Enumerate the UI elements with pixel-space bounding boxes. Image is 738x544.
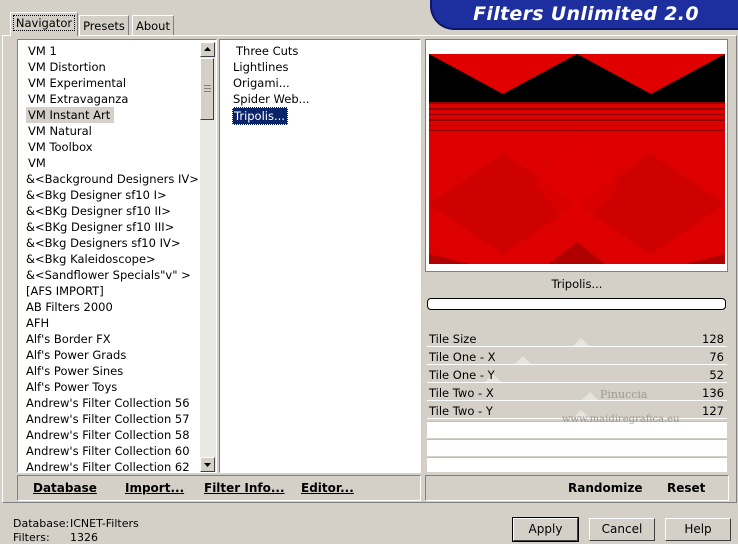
param-slider-knob[interactable] [573, 338, 589, 346]
filter-item[interactable]: Origami... [232, 75, 292, 91]
preview-image [429, 54, 725, 264]
param-label: Tile One - X [429, 350, 496, 364]
category-item[interactable]: VM Distortion [26, 59, 110, 75]
filter-item[interactable]: Lightlines [232, 59, 290, 75]
param-row[interactable]: Tile Size 128 [427, 330, 727, 348]
watermark-url: www.maidiregrafica.eu [562, 414, 680, 425]
category-item[interactable]: Andrew's Filter Collection 58 [24, 427, 194, 443]
param-row[interactable]: Tile Two - X 136 [427, 384, 727, 402]
category-item[interactable]: VM [26, 155, 50, 171]
watermark-name: Pinuccia [600, 388, 648, 401]
filter-item[interactable]: Three Cuts [235, 43, 300, 59]
chevron-up-icon [204, 47, 211, 51]
category-item[interactable]: Alf's Power Sines [24, 363, 127, 379]
editor-button[interactable]: Editor... [301, 481, 354, 495]
scroll-thumb[interactable] [200, 58, 214, 120]
category-item[interactable]: Andrew's Filter Collection 56 [24, 395, 194, 411]
category-item[interactable]: AFH [24, 315, 53, 331]
filter-item[interactable]: Tripolis... [232, 107, 288, 125]
filter-list[interactable]: Three Cuts Lightlines Origami... Spider Web… [219, 39, 421, 473]
category-list[interactable]: VM 1 VM Distortion VM Experimental VM Extra… [17, 39, 217, 473]
filters-label: Filters: [13, 531, 50, 544]
category-item[interactable]: Andrew's Filter Collection 60 [24, 443, 194, 459]
category-item[interactable]: &<Sandflower Specials"v" > [24, 267, 195, 283]
category-item[interactable]: VM Instant Art [26, 107, 115, 123]
database-label: Database: [13, 517, 70, 530]
progress-bar [427, 298, 726, 310]
category-item[interactable]: &<BKg Designer sf10 III> [24, 219, 178, 235]
param-slider-knob[interactable] [515, 356, 531, 364]
category-item[interactable]: [AFS IMPORT] [24, 283, 108, 299]
param-value: 136 [702, 386, 724, 400]
filter-info-button[interactable]: Filter Info... [204, 481, 285, 495]
empty-param-row [427, 439, 727, 456]
category-item[interactable]: VM 1 [26, 43, 61, 59]
category-item[interactable]: &<Bkg Designers sf10 IV> [24, 235, 185, 251]
filter-name-label: Tripolis... [551, 277, 603, 291]
param-value: 127 [702, 404, 724, 418]
empty-param-row [427, 457, 727, 472]
category-item[interactable]: Andrew's Filter Collection 57 [24, 411, 194, 427]
category-item[interactable]: Andrew's Filter Collection 62 [24, 459, 194, 472]
param-row[interactable]: Tile One - X 76 [427, 348, 727, 366]
category-item[interactable]: VM Natural [26, 123, 96, 139]
param-row[interactable]: Tile One - Y 52 [427, 366, 727, 384]
tab-navigator[interactable]: Navigator [10, 12, 78, 36]
category-item[interactable]: &<BKg Designer sf10 II> [24, 203, 175, 219]
category-item[interactable]: Alf's Power Grads [24, 347, 130, 363]
apply-button[interactable]: Apply [512, 517, 579, 542]
category-item[interactable]: VM Toolbox [26, 139, 97, 155]
filters-count: 1326 [70, 531, 98, 544]
category-item[interactable]: Alf's Border FX [24, 331, 115, 347]
category-item[interactable]: Alf's Power Toys [24, 379, 121, 395]
import-button[interactable]: Import... [125, 481, 184, 495]
category-scrollbar[interactable] [200, 42, 216, 472]
category-item[interactable]: VM Extravaganza [26, 91, 132, 107]
param-label: Tile Two - X [429, 386, 494, 400]
tab-presets[interactable]: Presets [79, 15, 129, 35]
param-label: Tile Size [429, 332, 477, 346]
randomize-button[interactable]: Randomize [568, 481, 642, 495]
tab-about[interactable]: About [132, 15, 174, 35]
title-banner: Filters Unlimited 2.0 [430, 0, 738, 30]
help-button[interactable]: Help [665, 518, 731, 541]
database-value: ICNET-Filters [70, 517, 139, 530]
app-title: Filters Unlimited 2.0 [473, 3, 699, 25]
chevron-down-icon [204, 463, 211, 467]
database-button[interactable]: Database [33, 481, 97, 495]
param-value: 128 [702, 332, 724, 346]
param-label: Tile One - Y [429, 368, 495, 382]
param-value: 52 [709, 368, 724, 382]
category-item[interactable]: AB Filters 2000 [24, 299, 117, 315]
category-item[interactable]: &<Bkg Designer sf10 I> [24, 187, 171, 203]
scroll-down-button[interactable] [200, 457, 215, 472]
param-label: Tile Two - Y [429, 404, 493, 418]
scroll-up-button[interactable] [200, 42, 215, 57]
param-slider-knob[interactable] [582, 392, 598, 400]
param-value: 76 [709, 350, 724, 364]
cancel-button[interactable]: Cancel [589, 518, 655, 541]
filter-item[interactable]: Spider Web... [232, 91, 312, 107]
reset-button[interactable]: Reset [667, 481, 705, 495]
category-item[interactable]: VM Experimental [26, 75, 130, 91]
category-item[interactable]: &<Bkg Kaleidoscope> [24, 251, 160, 267]
preview-frame [425, 39, 728, 272]
category-item[interactable]: &<Background Designers IV> [24, 171, 203, 187]
